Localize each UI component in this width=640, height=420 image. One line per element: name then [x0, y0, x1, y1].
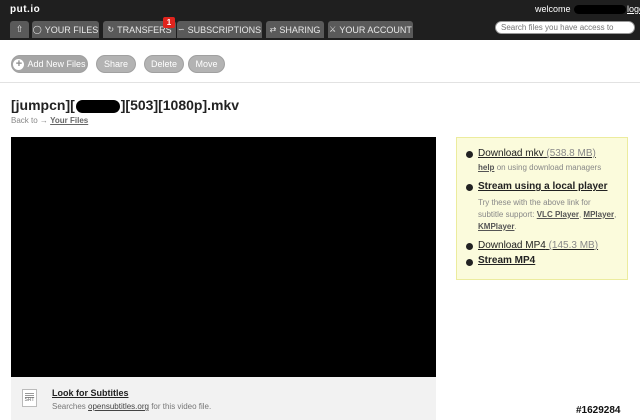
file-title-start: [jumpcn][ [11, 97, 75, 113]
player-note-line2: subtitle support: VLC Player, MPlayer, [478, 210, 617, 219]
video-player[interactable] [11, 137, 436, 377]
your-files-link[interactable]: Your Files [50, 116, 88, 125]
welcome-label: welcome [535, 4, 571, 14]
transfers-icon: ↻ [107, 25, 115, 34]
logout-link[interactable]: logout [627, 4, 640, 14]
transfers-count-badge: 1 [163, 17, 175, 28]
help-text: on using download managers [496, 163, 602, 172]
tab-label: YOUR ACCOUNT [339, 24, 412, 35]
share-icon: ⇄ [269, 25, 277, 34]
tab-your-files[interactable]: ◯ YOUR FILES [32, 21, 99, 38]
player-note: Try these with the above link for subtit… [478, 197, 616, 233]
download-mkv-link[interactable]: Download mkv (538.8 MB) [478, 148, 596, 159]
redacted-username [574, 5, 627, 15]
subtitles-bar [11, 377, 436, 420]
breadcrumb: Back to → Your Files [11, 116, 88, 125]
subtitles-description: Searches opensubtitles.org for this vide… [52, 402, 211, 411]
tab-label: SHARING [279, 24, 321, 35]
plus-icon: + [13, 58, 25, 70]
bullet-icon [466, 243, 473, 250]
account-icon: ⚔ [329, 25, 337, 34]
share-button[interactable]: Share [96, 55, 136, 73]
back-label: Back to → [11, 116, 48, 125]
add-new-files-button[interactable]: + Add New Files [11, 55, 88, 73]
mplayer-link[interactable]: MPlayer [583, 210, 614, 219]
redacted-title-part [75, 99, 120, 113]
file-title: [jumpcn][ ][503][1080p].mkv [11, 97, 239, 113]
mkv-size: (538.8 MB) [546, 148, 596, 159]
stream-mp4-link[interactable]: Stream MP4 [478, 255, 535, 266]
player-note-line3: KMPlayer. [478, 222, 517, 231]
stream-local-player-link[interactable]: Stream using a local player [478, 181, 608, 192]
look-for-subtitles-link[interactable]: Look for Subtitles [52, 388, 129, 398]
download-mp4-label: Download MP4 [478, 240, 546, 251]
move-button[interactable]: Move [188, 55, 225, 73]
player-note-prefix: subtitle support: [478, 210, 535, 219]
bullet-icon [466, 259, 473, 266]
kmplayer-link[interactable]: KMPlayer [478, 222, 514, 231]
tab-sharing[interactable]: ⇄ SHARING [266, 21, 324, 38]
player-note-line1: Try these with the above link for [478, 198, 591, 207]
tab-label: YOUR FILES [44, 24, 99, 35]
bullet-icon [466, 151, 473, 158]
watermark: #1629284 [576, 405, 621, 416]
subtitles-desc-prefix: Searches [52, 402, 86, 411]
tab-subscriptions[interactable]: ∽ SUBSCRIPTIONS [177, 21, 262, 38]
home-icon: ⇧ [15, 24, 24, 34]
bullet-icon [466, 184, 473, 191]
download-help-note: help on using download managers [478, 162, 601, 174]
vlc-player-link[interactable]: VLC Player [537, 210, 579, 219]
search-input[interactable] [495, 21, 635, 34]
add-new-files-label: Add New Files [27, 59, 86, 69]
opensubtitles-link[interactable]: opensubtitles.org [88, 402, 149, 411]
download-mp4-link[interactable]: Download MP4 (145.3 MB) [478, 240, 598, 251]
mp4-size: (145.3 MB) [548, 240, 599, 251]
subtitles-desc-suffix: for this video file. [151, 402, 212, 411]
toolbar-divider [0, 82, 640, 83]
tab-label: SUBSCRIPTIONS [187, 24, 262, 35]
file-title-end: ][503][1080p].mkv [120, 97, 240, 113]
files-icon: ◯ [32, 25, 42, 34]
srt-icon-label: SRT [24, 397, 35, 403]
help-link[interactable]: help [478, 163, 494, 172]
delete-button[interactable]: Delete [144, 55, 184, 73]
download-mkv-label: Download mkv [478, 148, 544, 159]
srt-file-icon: SRT [22, 389, 37, 407]
tab-your-account[interactable]: ⚔ YOUR ACCOUNT [328, 21, 413, 38]
logo[interactable]: put.io [10, 4, 40, 15]
tab-home[interactable]: ⇧ [10, 21, 29, 38]
welcome-message: welcome logout [535, 4, 640, 15]
rss-icon: ∽ [177, 25, 185, 34]
